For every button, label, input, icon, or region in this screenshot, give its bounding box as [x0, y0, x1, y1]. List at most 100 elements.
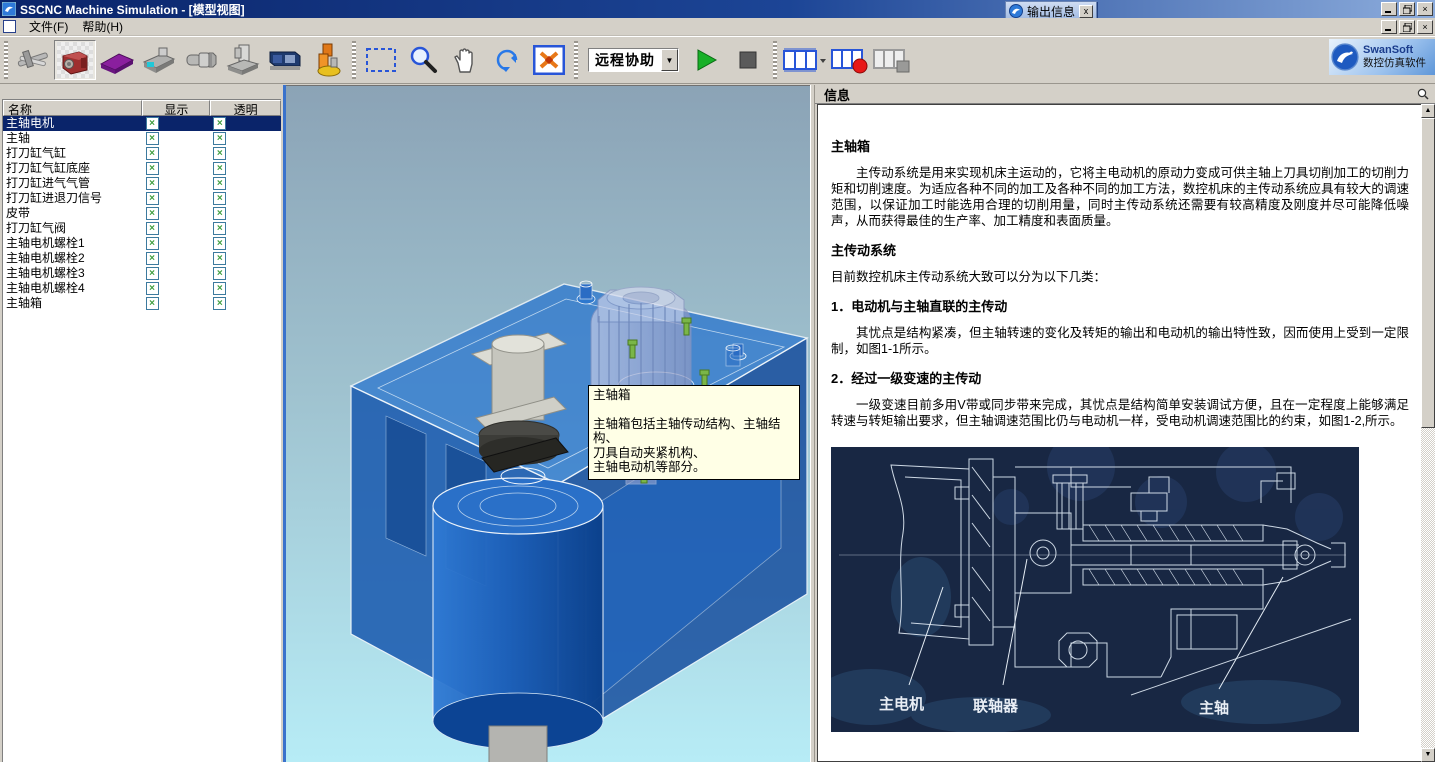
show-checkbox[interactable]: ×: [146, 162, 159, 175]
transparent-checkbox[interactable]: ×: [213, 237, 226, 250]
transparent-checkbox[interactable]: ×: [213, 177, 226, 190]
show-checkbox[interactable]: ×: [146, 177, 159, 190]
column-header-transparent[interactable]: 透明: [210, 100, 281, 116]
rotate-icon[interactable]: [486, 40, 528, 80]
machine-bed-icon[interactable]: [96, 40, 138, 80]
transparent-checkbox[interactable]: ×: [213, 192, 226, 205]
figure-label-motor: 主电机: [879, 695, 924, 713]
info-panel-header: 信息: [815, 85, 1435, 104]
toolbar-grip[interactable]: [773, 41, 777, 79]
tool-spindle-icon[interactable]: [180, 40, 222, 80]
transparent-checkbox[interactable]: ×: [213, 267, 226, 280]
parts-panel: 名称 显示 透明 主轴电机××主轴××打刀缸气缸××打刀缸气缸底座××打刀缸进气…: [0, 85, 283, 762]
machine-saddle-icon[interactable]: [138, 40, 180, 80]
table-row[interactable]: 主轴××: [3, 131, 281, 146]
film-stop-icon[interactable]: [871, 40, 913, 80]
show-checkbox[interactable]: ×: [146, 297, 159, 310]
child-close-button[interactable]: ×: [1417, 20, 1433, 34]
table-row[interactable]: 打刀缸气缸××: [3, 146, 281, 161]
toolbar-grip[interactable]: [352, 41, 356, 79]
machining-center-icon[interactable]: [222, 40, 264, 80]
table-row[interactable]: 主轴电机螺栓4××: [3, 281, 281, 296]
scroll-thumb[interactable]: [1421, 118, 1435, 428]
table-row[interactable]: 打刀缸气缸底座××: [3, 161, 281, 176]
table-row[interactable]: 主轴电机××: [3, 116, 281, 131]
part-name: 皮带: [3, 206, 143, 221]
remote-assist-dropdown[interactable]: 远程协助 ▼: [588, 48, 679, 72]
show-checkbox[interactable]: ×: [146, 207, 159, 220]
part-name: 打刀缸气缸底座: [3, 161, 143, 176]
table-row[interactable]: 主轴箱××: [3, 296, 281, 311]
show-checkbox[interactable]: ×: [146, 117, 159, 130]
brand-subtitle: 数控仿真软件: [1363, 57, 1426, 70]
film-record-icon[interactable]: [829, 40, 871, 80]
select-rect-icon[interactable]: [360, 40, 402, 80]
minimize-button[interactable]: [1381, 2, 1397, 16]
spindle-head-icon[interactable]: [54, 40, 96, 80]
transparent-checkbox[interactable]: ×: [213, 207, 226, 220]
show-checkbox[interactable]: ×: [146, 132, 159, 145]
scroll-down-icon[interactable]: ▼: [1421, 748, 1435, 762]
transparent-checkbox[interactable]: ×: [213, 132, 226, 145]
transparent-checkbox[interactable]: ×: [213, 252, 226, 265]
cnc-lathe-icon[interactable]: [264, 40, 306, 80]
stop-icon[interactable]: [727, 40, 769, 80]
transparent-checkbox[interactable]: ×: [213, 282, 226, 295]
output-window-close-button[interactable]: x: [1079, 5, 1093, 18]
pan-icon[interactable]: [444, 40, 486, 80]
show-checkbox[interactable]: ×: [146, 192, 159, 205]
model-viewport[interactable]: 主轴箱 主轴箱包括主轴传动结构、主轴结构、 刀具自动夹紧机构、 主轴电动机等部分…: [286, 85, 810, 762]
child-minimize-button[interactable]: [1381, 20, 1397, 34]
child-restore-button[interactable]: [1399, 20, 1415, 34]
transparent-checkbox[interactable]: ×: [213, 162, 226, 175]
application-window: SSCNC Machine Simulation - [模型视图] × 输出信息…: [0, 0, 1435, 762]
column-header-show[interactable]: 显示: [142, 100, 210, 116]
info-paragraph: 主传动系统是用来实现机床主运动的，它将主电动机的原动力变成可供主轴上刀具切削加工…: [831, 165, 1409, 229]
part-name: 主轴电机螺栓1: [3, 236, 143, 251]
figure-label-coupling: 联轴器: [973, 697, 1019, 715]
column-header-name[interactable]: 名称: [3, 100, 142, 116]
info-heading: 1．电动机与主轴直联的主传动: [831, 299, 1409, 315]
spindle-section-figure: 主电机 联轴器 主轴: [831, 447, 1359, 732]
scroll-up-icon[interactable]: ▲: [1421, 104, 1435, 118]
show-checkbox[interactable]: ×: [146, 237, 159, 250]
transparent-checkbox[interactable]: ×: [213, 147, 226, 160]
show-checkbox[interactable]: ×: [146, 282, 159, 295]
table-row[interactable]: 打刀缸进退刀信号××: [3, 191, 281, 206]
menu-file[interactable]: 文件(F): [22, 17, 75, 36]
toolbar-grip[interactable]: [574, 41, 578, 79]
table-row[interactable]: 主轴电机螺栓1××: [3, 236, 281, 251]
transparent-checkbox[interactable]: ×: [213, 117, 226, 130]
chevron-down-icon[interactable]: ▼: [661, 49, 678, 71]
pin-icon[interactable]: [1417, 88, 1429, 100]
show-checkbox[interactable]: ×: [146, 147, 159, 160]
toolbar: 远程协助 ▼: [0, 36, 1435, 84]
play-icon[interactable]: [685, 40, 727, 80]
fit-view-icon[interactable]: [528, 40, 570, 80]
table-row[interactable]: 主轴电机螺栓3××: [3, 266, 281, 281]
show-checkbox[interactable]: ×: [146, 222, 159, 235]
tooltip-title: 主轴箱: [593, 388, 795, 403]
tool-magazine-icon[interactable]: [306, 40, 348, 80]
transparent-checkbox[interactable]: ×: [213, 297, 226, 310]
show-checkbox[interactable]: ×: [146, 267, 159, 280]
zoom-icon[interactable]: [402, 40, 444, 80]
transparent-checkbox[interactable]: ×: [213, 222, 226, 235]
film-icon[interactable]: [781, 40, 829, 80]
app-icon: [2, 2, 16, 16]
toolbar-grip[interactable]: [4, 41, 8, 79]
menu-help[interactable]: 帮助(H): [75, 17, 130, 36]
restore-button[interactable]: [1399, 2, 1415, 16]
table-row[interactable]: 打刀缸进气气管××: [3, 176, 281, 191]
close-button[interactable]: ×: [1417, 2, 1433, 16]
info-scrollbar[interactable]: ▲ ▼: [1421, 104, 1435, 762]
part-name: 主轴: [3, 131, 143, 146]
table-row[interactable]: 主轴电机螺栓2××: [3, 251, 281, 266]
table-row[interactable]: 皮带××: [3, 206, 281, 221]
table-row[interactable]: 打刀缸气阀××: [3, 221, 281, 236]
axis-tools-icon[interactable]: [12, 40, 54, 80]
part-name: 主轴电机螺栓2: [3, 251, 143, 266]
show-checkbox[interactable]: ×: [146, 252, 159, 265]
part-name: 打刀缸气缸: [3, 146, 143, 161]
part-name: 主轴电机螺栓4: [3, 281, 143, 296]
